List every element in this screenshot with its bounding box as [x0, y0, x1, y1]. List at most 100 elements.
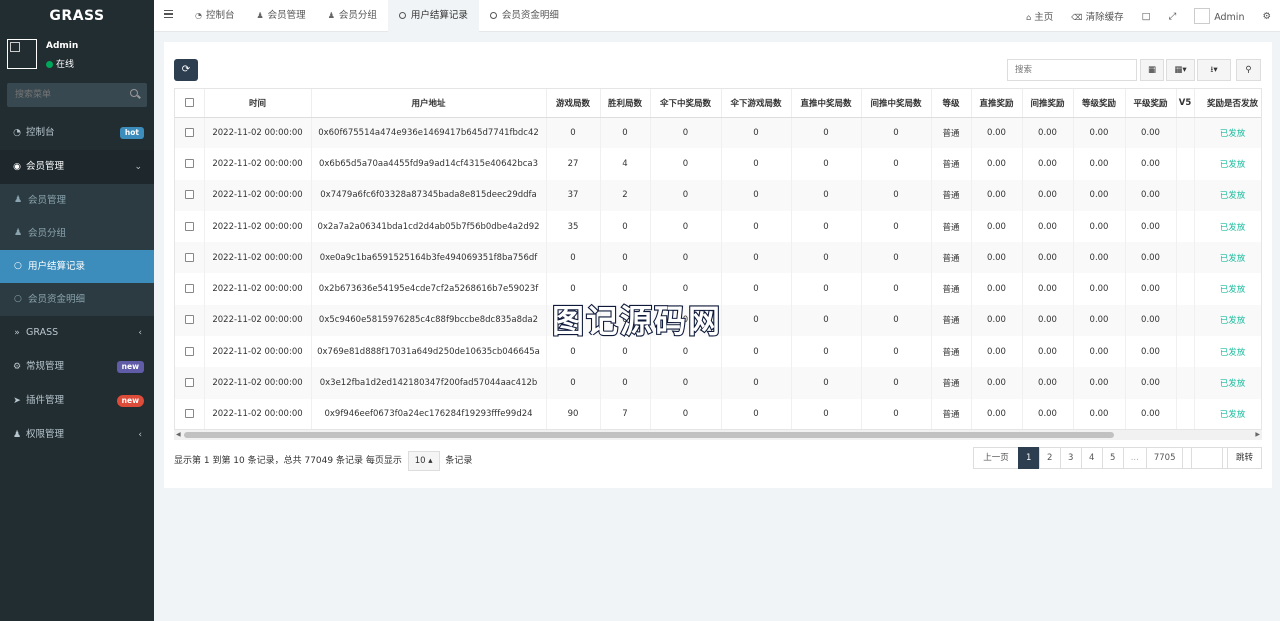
- table-cell: 0: [861, 117, 932, 149]
- clear-cache-button[interactable]: ⌫ 清除缓存: [1062, 9, 1132, 23]
- columns-icon: ▦▾: [1174, 65, 1187, 75]
- row-checkbox[interactable]: [184, 190, 194, 200]
- sidebar-item-grass[interactable]: » GRASS ‹: [0, 316, 154, 350]
- table-cell: 0.00: [1125, 304, 1177, 337]
- admin-menu[interactable]: Admin: [1185, 8, 1253, 24]
- table-cell: 0: [791, 304, 862, 337]
- column-header[interactable]: 伞下中奖局数: [650, 89, 722, 118]
- table-row[interactable]: 2022-11-02 00:00:00 0xe0a9c1ba6591525164b…: [175, 242, 1261, 274]
- table-search-input[interactable]: [1007, 59, 1137, 81]
- search-icon[interactable]: [130, 89, 138, 97]
- page-button[interactable]: 3: [1059, 447, 1082, 469]
- refresh-button[interactable]: ⟳: [174, 59, 198, 81]
- table-row[interactable]: 2022-11-02 00:00:00 0x6b65d5a70aa4455fd9a…: [175, 148, 1261, 180]
- sidebar-item-general[interactable]: ⚙ 常规管理 new: [0, 350, 154, 384]
- toggle-view-button[interactable]: ▦: [1140, 59, 1164, 81]
- page-button[interactable]: 7705: [1145, 447, 1184, 469]
- row-checkbox[interactable]: [184, 127, 194, 137]
- column-header[interactable]: 游戏局数: [546, 89, 601, 118]
- user-status-text: 在线: [56, 60, 75, 70]
- row-select-cell: [175, 367, 205, 399]
- table-row[interactable]: 2022-11-02 00:00:00 0x60f675514a474e936e1…: [175, 117, 1261, 149]
- column-header[interactable]: 奖励是否发放: [1194, 89, 1261, 118]
- column-header[interactable]: 间推奖励: [1022, 89, 1074, 118]
- page-button[interactable]: 1: [1017, 447, 1040, 469]
- prev-page-button[interactable]: 上一页: [973, 447, 1019, 469]
- row-checkbox[interactable]: [184, 284, 194, 294]
- sidebar-subitem-member-group[interactable]: ♟ 会员分组: [0, 217, 154, 250]
- table-cell: 0: [791, 398, 862, 429]
- tab-dashboard[interactable]: ◔ 控制台: [184, 0, 246, 32]
- column-header[interactable]: 等级: [931, 89, 972, 118]
- sidebar-item-permissions[interactable]: ♟ 权限管理 ‹: [0, 418, 154, 452]
- table-row[interactable]: 2022-11-02 00:00:00 0x9f946eef0673f0a24ec…: [175, 398, 1261, 429]
- row-checkbox[interactable]: [184, 346, 194, 356]
- table-cell: 0.00: [1125, 117, 1177, 149]
- fullscreen-button[interactable]: ⤢: [1160, 11, 1186, 22]
- sidebar-search-input[interactable]: [7, 83, 117, 107]
- row-checkbox[interactable]: [184, 158, 194, 168]
- column-header[interactable]: 等级奖励: [1073, 89, 1126, 118]
- table-row[interactable]: 2022-11-02 00:00:00 0x3e12fba1d2ed1421803…: [175, 367, 1261, 399]
- table-row[interactable]: 2022-11-02 00:00:00 0x2a7a2a06341bda1cd2d…: [175, 210, 1261, 243]
- settings-button[interactable]: ⚙: [1253, 11, 1280, 22]
- tab-funds[interactable]: 会员资金明细: [479, 0, 570, 32]
- page-size-select[interactable]: 10 ▴: [407, 451, 440, 471]
- column-header[interactable]: 伞下游戏局数: [721, 89, 792, 118]
- sidebar-item-dashboard[interactable]: ◔ 控制台 hot: [0, 116, 154, 150]
- tab-settlement[interactable]: 用户结算记录: [387, 0, 479, 32]
- table-cell: 0.00: [971, 367, 1023, 399]
- sidebar-item-member[interactable]: ◉ 会员管理 ⌄: [0, 150, 154, 184]
- row-checkbox[interactable]: [184, 221, 194, 231]
- column-header[interactable]: 胜利局数: [600, 89, 651, 118]
- page-button[interactable]: 5: [1101, 447, 1124, 469]
- language-button[interactable]: □: [1133, 11, 1160, 22]
- menu-toggle-icon[interactable]: [164, 10, 173, 18]
- table-row[interactable]: 2022-11-02 00:00:00 0x7479a6fc6f03328a873…: [175, 179, 1261, 211]
- table-cell: [1176, 273, 1195, 305]
- home-link[interactable]: ⌂ 主页: [1017, 9, 1062, 23]
- page-button[interactable]: 4: [1080, 447, 1103, 469]
- table-row[interactable]: 2022-11-02 00:00:00 0x2b673636e54195e4cde…: [175, 273, 1261, 305]
- columns-button[interactable]: ▦▾: [1166, 59, 1195, 81]
- app-logo[interactable]: GRASS: [0, 0, 154, 32]
- scroll-left-icon[interactable]: ◀: [176, 431, 181, 438]
- jump-button[interactable]: 跳转: [1227, 447, 1262, 469]
- sidebar-subitem-settlement[interactable]: ○ 用户结算记录: [0, 250, 154, 283]
- export-button[interactable]: ⭳▾: [1197, 59, 1231, 81]
- scrollbar-thumb[interactable]: [184, 432, 1114, 438]
- select-all-checkbox[interactable]: [184, 97, 194, 107]
- column-header[interactable]: 时间: [204, 89, 312, 118]
- tab-member-group[interactable]: ♟ 会员分组: [317, 0, 388, 32]
- scroll-right-icon[interactable]: ▶: [1255, 431, 1260, 438]
- column-header[interactable]: 平级奖励: [1125, 89, 1177, 118]
- pagination: 上一页 1 2 3 4 5 ... 7705 下一页: [973, 447, 1228, 469]
- search-button[interactable]: ⚲: [1236, 59, 1261, 81]
- table-row[interactable]: 2022-11-02 00:00:00 0x769e81d888f17031a64…: [175, 336, 1261, 368]
- row-checkbox[interactable]: [184, 252, 194, 262]
- table-cell: 0.00: [1073, 210, 1126, 243]
- sidebar-subitem-funds[interactable]: ○ 会员资金明细: [0, 283, 154, 316]
- row-checkbox[interactable]: [184, 315, 194, 325]
- column-header[interactable]: V5: [1176, 89, 1195, 118]
- column-header[interactable]: 直推中奖局数: [791, 89, 862, 118]
- page-button[interactable]: 2: [1038, 447, 1061, 469]
- pagination-info-prefix: 显示第 1 到第 10 条记录，总共 77049 条记录 每页显示: [174, 456, 402, 466]
- table-cell: 普通: [931, 117, 972, 149]
- row-checkbox[interactable]: [184, 378, 194, 388]
- sidebar-item-plugins[interactable]: ➤ 插件管理 new: [0, 384, 154, 418]
- column-header[interactable]: 直推奖励: [971, 89, 1023, 118]
- row-select-cell: [175, 273, 205, 305]
- column-header[interactable]: 用户地址: [311, 89, 547, 118]
- row-select-cell: [175, 304, 205, 337]
- tab-member-manage[interactable]: ♟ 会员管理: [246, 0, 317, 32]
- jump-page-input[interactable]: [1191, 447, 1223, 469]
- row-checkbox[interactable]: [184, 409, 194, 419]
- tab-label: 会员资金明细: [501, 10, 559, 21]
- column-header[interactable]: 间推中奖局数: [861, 89, 932, 118]
- sidebar-subitem-member-manage[interactable]: ♟ 会员管理: [0, 184, 154, 217]
- table-cell: 2022-11-02 00:00:00: [204, 210, 312, 243]
- table-cell: 0: [650, 367, 722, 399]
- horizontal-scrollbar[interactable]: ◀ ▶: [174, 430, 1262, 440]
- table-cell: 0.00: [1022, 273, 1074, 305]
